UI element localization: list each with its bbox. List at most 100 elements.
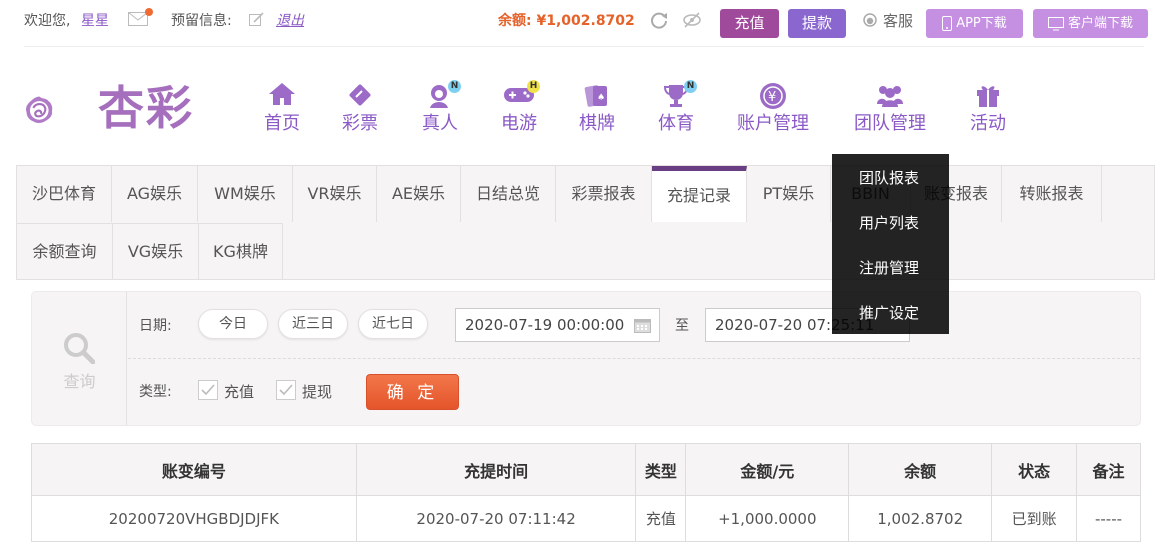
- tab-1[interactable]: AG娱乐: [112, 166, 198, 222]
- col-header: 余额: [848, 443, 993, 496]
- tab-3[interactable]: VR娱乐: [293, 166, 377, 222]
- tab-8[interactable]: PT娱乐: [747, 166, 831, 222]
- welcome-text: 欢迎您,: [24, 13, 71, 29]
- withdraw-checkbox-label[interactable]: 提现: [302, 381, 332, 402]
- lottery-icon: [340, 82, 380, 110]
- eye-slash-icon[interactable]: [682, 11, 702, 29]
- tab-2[interactable]: WM娱乐: [198, 166, 293, 222]
- nav-label: 团队管理: [854, 113, 926, 134]
- col-header: 备注: [1076, 443, 1141, 496]
- cell-remark: -----: [1076, 495, 1141, 542]
- top-divider: [24, 46, 1144, 47]
- support-link[interactable]: 客服: [883, 12, 913, 30]
- start-date-value: 2020-07-19 00:00:00: [465, 316, 625, 334]
- confirm-button[interactable]: 确 定: [366, 374, 459, 410]
- cell-transaction-id: 20200720VHGBDJDJFK: [31, 495, 357, 542]
- refresh-icon[interactable]: [650, 11, 668, 29]
- nav-item-5[interactable]: N 体育: [656, 80, 697, 136]
- col-header: 类型: [635, 443, 687, 496]
- nav-item-3[interactable]: H 电游: [499, 80, 540, 136]
- app-download-label: APP下载: [956, 16, 1007, 31]
- search-icon: [64, 333, 95, 364]
- dropdown-item-promotion[interactable]: 推广设定: [832, 303, 949, 323]
- dropdown-item-registration[interactable]: 注册管理: [832, 258, 949, 278]
- withdraw-button[interactable]: 提款: [788, 9, 846, 38]
- tab-4[interactable]: AE娱乐: [377, 166, 461, 222]
- tab-row2-2[interactable]: KG棋牌: [199, 223, 283, 279]
- nav-item-2[interactable]: N 真人: [420, 80, 461, 136]
- deposit-button[interactable]: 充值: [720, 9, 779, 38]
- dropdown-item-team-report[interactable]: 团队报表: [832, 168, 949, 188]
- tab-row2-0[interactable]: 余额查询: [17, 223, 113, 279]
- nav-label: 体育: [658, 113, 694, 134]
- nav-label: 账户管理: [737, 113, 809, 134]
- nav-item-4[interactable]: ♠ 棋牌: [577, 82, 617, 136]
- to-label: 至: [675, 318, 689, 334]
- col-header: 充提时间: [355, 443, 637, 496]
- nav-item-0[interactable]: 首页: [262, 82, 302, 136]
- nav-label: 真人: [422, 113, 458, 134]
- records-table: 账变编号 充提时间 类型 金额/元 余额 状态 备注 20200720VHGBD…: [31, 443, 1141, 542]
- col-header: 金额/元: [685, 443, 850, 496]
- col-header: 账变编号: [31, 443, 357, 496]
- start-date-input[interactable]: 2020-07-19 00:00:00: [455, 308, 660, 342]
- col-header: 状态: [991, 443, 1078, 496]
- unread-dot: [145, 8, 153, 16]
- logout-link[interactable]: 退出: [276, 12, 304, 30]
- cell-status: 已到账: [991, 495, 1078, 542]
- check-icon: [279, 384, 293, 396]
- date-label: 日期:: [139, 318, 172, 334]
- cell-balance: 1,002.8702: [848, 495, 993, 542]
- query-label: 查询: [63, 372, 96, 391]
- table-row: 20200720VHGBDJDJFK 2020-07-20 07:11:42 充…: [31, 495, 1141, 542]
- tab-6[interactable]: 彩票报表: [556, 166, 652, 222]
- logo-text[interactable]: 杏彩: [98, 78, 194, 138]
- range-7days-button[interactable]: 近七日: [358, 309, 428, 339]
- nav-item-1[interactable]: 彩票: [340, 82, 380, 136]
- nav-badge: N: [684, 80, 697, 93]
- nav-badge: N: [448, 80, 461, 93]
- gift-icon: [968, 82, 1008, 110]
- nav-label: 电游: [501, 113, 537, 134]
- tab-row2-1[interactable]: VG娱乐: [113, 223, 199, 279]
- filter-panel: 查询 日期: 今日 近三日 近七日 2020-07-19 00:00:00 至 …: [31, 291, 1141, 426]
- nav-label: 棋牌: [579, 113, 615, 134]
- nav-label: 彩票: [342, 113, 378, 134]
- reserve-info-label: 预留信息:: [171, 13, 232, 29]
- calendar-icon[interactable]: [634, 317, 651, 333]
- check-icon: [201, 384, 215, 396]
- withdraw-checkbox[interactable]: [276, 380, 296, 400]
- team-icon: [852, 82, 928, 110]
- filter-divider: [128, 358, 1140, 359]
- app-download-button[interactable]: APP下载: [926, 9, 1023, 38]
- tab-11[interactable]: 转账报表: [1002, 166, 1102, 222]
- cards-icon: ♠: [577, 82, 617, 110]
- cell-amount: +1,000.0000: [685, 495, 850, 542]
- tab-0[interactable]: 沙巴体育: [17, 166, 112, 222]
- dropdown-item-user-list[interactable]: 用户列表: [832, 213, 949, 233]
- nav-item-6[interactable]: ¥ 账户管理: [735, 82, 811, 136]
- range-3days-button[interactable]: 近三日: [278, 309, 348, 339]
- deposit-checkbox[interactable]: [198, 380, 218, 400]
- deposit-checkbox-label[interactable]: 充值: [224, 381, 254, 402]
- nav-item-7[interactable]: 团队管理: [852, 82, 928, 136]
- nav-label: 活动: [970, 113, 1006, 134]
- tab-5[interactable]: 日结总览: [461, 166, 556, 222]
- nav-badge: H: [527, 80, 540, 93]
- client-download-label: 客户端下载: [1067, 16, 1133, 31]
- nav-item-8[interactable]: 活动: [968, 82, 1008, 136]
- svg-text:¥: ¥: [768, 90, 776, 105]
- logo-emblem[interactable]: [24, 75, 96, 145]
- cell-type: 充值: [635, 495, 687, 542]
- query-box[interactable]: 查询: [32, 292, 127, 425]
- range-today-button[interactable]: 今日: [198, 309, 268, 339]
- support-icon[interactable]: [862, 13, 878, 29]
- username-link[interactable]: 星星: [81, 12, 109, 30]
- phone-icon: [942, 16, 953, 31]
- balance-display: 余额: ¥1,002.8702: [498, 13, 635, 29]
- yen-coin-icon: ¥: [735, 82, 811, 110]
- tab-7[interactable]: 充提记录: [652, 166, 747, 222]
- edit-icon[interactable]: [249, 12, 264, 27]
- cell-time: 2020-07-20 07:11:42: [355, 495, 637, 542]
- client-download-button[interactable]: 客户端下载: [1033, 9, 1148, 38]
